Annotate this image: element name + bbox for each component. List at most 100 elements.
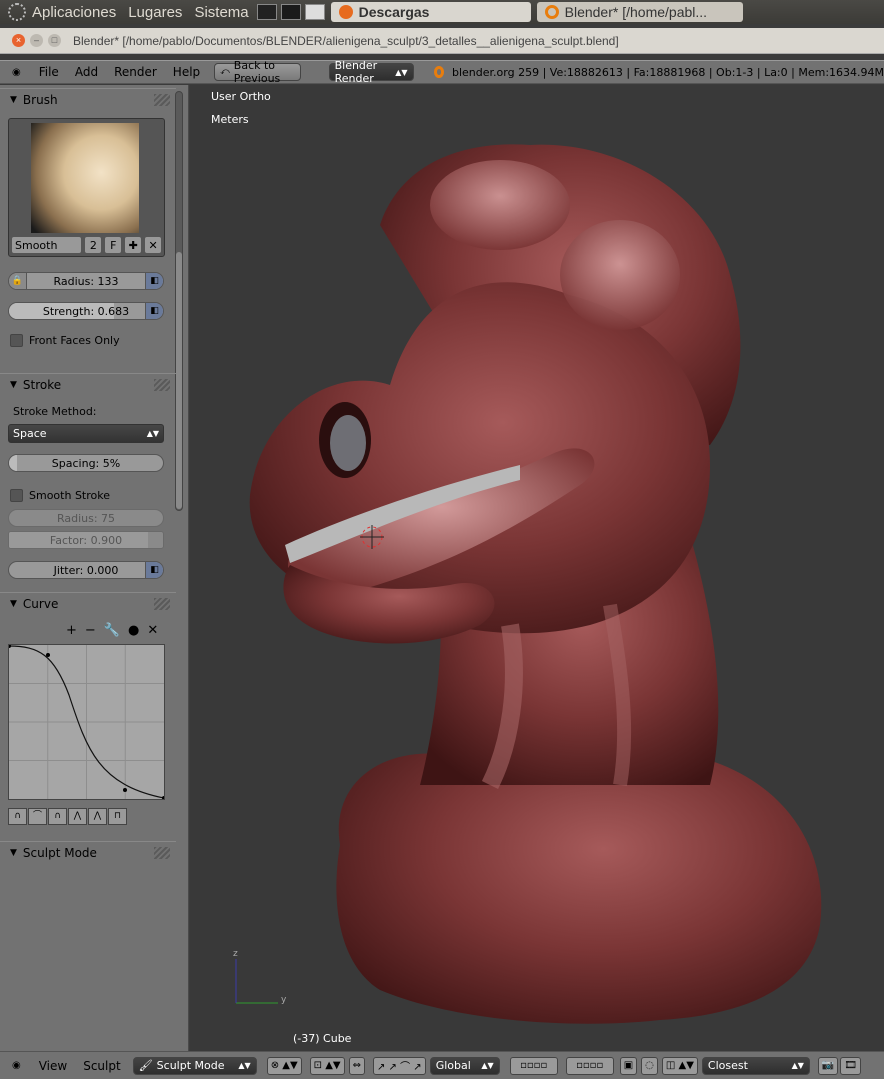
system-monitor-icon[interactable]	[280, 4, 301, 20]
spacing-slider[interactable]: Spacing: 5%	[8, 454, 164, 472]
select-arrows-icon: ▲▼	[791, 1061, 804, 1070]
pressure-toggle-icon[interactable]: ◧	[145, 273, 163, 289]
fake-user-button[interactable]: F	[104, 236, 123, 254]
viewport-shading-icon[interactable]: ⊗ ▲▼	[266, 1056, 302, 1075]
mode-select[interactable]: 🖌 Sculpt Mode ▲▼	[132, 1056, 257, 1075]
preset-smooth-icon[interactable]: ∩	[8, 808, 27, 825]
menu-lugares[interactable]: Lugares	[128, 4, 182, 21]
brush-name-field[interactable]: Smooth	[11, 236, 83, 254]
preset-max-icon[interactable]: ⊓	[108, 808, 127, 825]
minimize-window-icon[interactable]: –	[30, 34, 43, 47]
proportional-edit-icon[interactable]: ◌	[641, 1056, 658, 1075]
pivot-point-icon[interactable]: ⊡ ▲▼	[309, 1056, 345, 1075]
panel-drag-grip[interactable]	[154, 847, 170, 859]
screenshot-launcher-icon[interactable]	[304, 4, 325, 20]
reset-curve-icon[interactable]: ✕	[147, 623, 158, 638]
menu-sculpt[interactable]: Sculpt	[75, 1059, 128, 1073]
smooth-radius-value: Radius: 75	[56, 511, 116, 525]
zoom-in-icon[interactable]: +	[66, 623, 77, 638]
collapse-triangle-icon: ▼	[10, 598, 17, 609]
terminal-launcher-icon[interactable]	[256, 4, 277, 20]
panel-drag-grip[interactable]	[154, 598, 170, 610]
stroke-method-select[interactable]: Space ▲▼	[8, 424, 164, 443]
front-faces-checkbox[interactable]: Front Faces Only	[10, 334, 120, 347]
panel-drag-grip[interactable]	[154, 94, 170, 106]
stroke-panel-header[interactable]: ▼ Stroke	[0, 373, 176, 395]
wrench-icon[interactable]: 🔧	[104, 623, 120, 638]
brush-texture-thumbnail	[31, 123, 139, 233]
clipping-icon[interactable]: ●	[128, 623, 139, 638]
curve-graph[interactable]	[7, 644, 166, 800]
unlink-brush-icon[interactable]: ✕	[144, 236, 162, 254]
select-arrows-icon: ▲▼	[395, 67, 408, 77]
menu-help[interactable]: Help	[165, 65, 208, 79]
orientation-select[interactable]: Global ▲▼	[429, 1056, 500, 1075]
smooth-stroke-checkbox[interactable]: Smooth Stroke	[10, 489, 110, 502]
panel-drag-grip[interactable]	[154, 379, 170, 391]
pressure-toggle-icon[interactable]: ◧	[145, 303, 163, 319]
spacing-fill	[9, 455, 17, 471]
menu-sistema[interactable]: Sistema	[194, 4, 248, 21]
curve-presets: ∩ ⌒ ∩ ⋀ ⋀ ⊓	[8, 808, 127, 825]
transform-manipulators-icon[interactable]: ↗ ↗ ⌒ ↗	[373, 1056, 426, 1075]
tool-shelf-scrollbar[interactable]	[175, 91, 183, 511]
sculpt-mode-panel-header[interactable]: ▼ Sculpt Mode	[0, 841, 176, 863]
snap-icon[interactable]: ◫ ▲▼	[661, 1056, 698, 1075]
editor-type-icon[interactable]: ◉	[12, 67, 21, 78]
close-window-icon[interactable]: ×	[12, 34, 25, 47]
brush-falloff-curve[interactable]	[7, 644, 166, 800]
layers-block-2[interactable]: ▫▫▫▫	[565, 1056, 614, 1075]
menu-view[interactable]: View	[31, 1059, 75, 1073]
task-descargas[interactable]: Descargas	[330, 2, 531, 22]
lock-layers-icon[interactable]: ▣	[619, 1056, 638, 1075]
select-arrows-icon: ▲▼	[146, 429, 159, 438]
menu-file[interactable]: File	[31, 65, 67, 79]
smooth-radius-slider[interactable]: Radius: 75	[8, 509, 164, 527]
collapse-triangle-icon: ▼	[10, 94, 17, 105]
menu-render[interactable]: Render	[106, 65, 165, 79]
axis-z-label: z	[233, 949, 238, 959]
select-arrows-icon: ▲▼	[481, 1061, 494, 1070]
add-brush-icon[interactable]: ✚	[124, 236, 143, 254]
render-engine-select[interactable]: Blender Render ▲▼	[328, 59, 414, 85]
layers-block-1[interactable]: ▫▫▫▫	[509, 1056, 558, 1075]
manipulator-icon[interactable]: ⇔	[348, 1056, 365, 1075]
smooth-stroke-label: Smooth Stroke	[29, 489, 110, 502]
editor-type-icon[interactable]: ◉	[12, 1060, 21, 1071]
snap-target-select[interactable]: Closest ▲▼	[701, 1056, 810, 1075]
render-still-icon[interactable]: 📷	[817, 1056, 839, 1075]
preset-root-icon[interactable]: ∩	[48, 808, 67, 825]
preset-sphere-icon[interactable]: ⌒	[28, 808, 47, 825]
maximize-window-icon[interactable]: □	[48, 34, 61, 47]
checkbox-box[interactable]	[10, 489, 23, 502]
smooth-factor-slider[interactable]: Factor: 0.900	[8, 531, 164, 549]
render-engine-value: Blender Render	[334, 59, 378, 85]
brush-panel-header[interactable]: ▼ Brush	[0, 88, 176, 110]
ubuntu-logo-icon[interactable]	[8, 3, 26, 21]
brush-datablock-row: Smooth 2 F ✚ ✕	[11, 236, 162, 254]
brush-users-count[interactable]: 2	[84, 236, 103, 254]
render-animation-icon[interactable]: 🎞	[840, 1056, 862, 1075]
axis-y-label: y	[281, 995, 287, 1005]
preset-sharp-icon[interactable]: ⋀	[68, 808, 87, 825]
radius-slider[interactable]: 🔒 Radius: 133 ◧	[8, 272, 164, 290]
preset-line-icon[interactable]: ⋀	[88, 808, 107, 825]
3d-viewport[interactable]: User Ortho Meters y z (-37) Cube	[190, 85, 884, 1051]
menu-add[interactable]: Add	[67, 65, 106, 79]
scrollbar-thumb[interactable]	[176, 252, 182, 509]
curve-panel-header[interactable]: ▼ Curve	[0, 592, 176, 614]
zoom-out-icon[interactable]: −	[85, 623, 96, 638]
task-blender[interactable]: Blender* [/home/pabl...	[536, 2, 743, 22]
window-title: Blender* [/home/pablo/Documentos/BLENDER…	[73, 33, 619, 48]
lock-icon[interactable]: 🔒	[9, 273, 27, 289]
checkbox-box[interactable]	[10, 334, 23, 347]
strength-slider[interactable]: Strength: 0.683 ◧	[8, 302, 164, 320]
radius-value: Radius: 133	[53, 274, 119, 288]
back-to-previous-button[interactable]: ⤺ Back to Previous	[214, 59, 301, 85]
pressure-toggle-icon[interactable]: ◧	[145, 562, 163, 578]
menu-aplicaciones[interactable]: Aplicaciones	[32, 4, 116, 21]
jitter-slider[interactable]: Jitter: 0.000 ◧	[8, 561, 164, 579]
orientation-value: Global	[435, 1059, 471, 1072]
sculpt-model[interactable]	[190, 85, 884, 1051]
brush-preview[interactable]: Smooth 2 F ✚ ✕	[8, 118, 165, 257]
